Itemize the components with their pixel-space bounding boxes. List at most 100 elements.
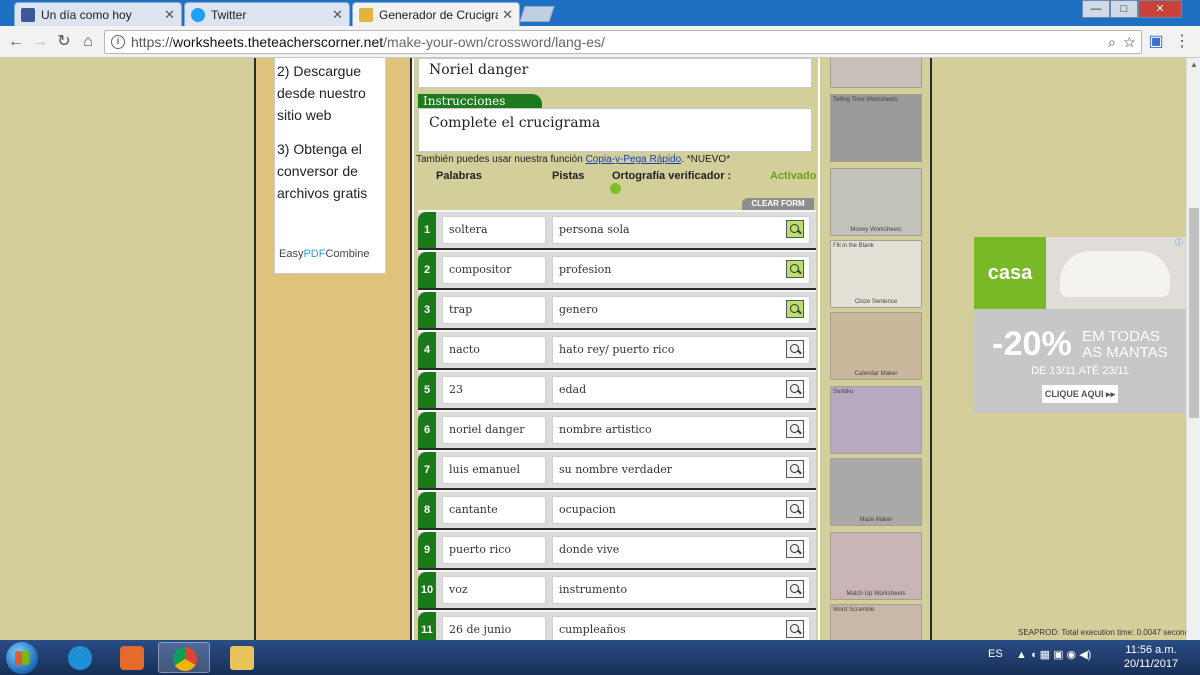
easypdf-logo[interactable]: EasyPDFCombine: [279, 243, 370, 265]
thumb-telling-time[interactable]: Telling Time Worksheets: [830, 94, 922, 162]
forward-icon[interactable]: →: [30, 32, 50, 52]
clue-input[interactable]: edad: [552, 376, 810, 404]
row-number: 5: [418, 372, 436, 408]
address-bar[interactable]: i https:// worksheets.theteacherscorner.…: [104, 30, 1142, 54]
magnifier-icon[interactable]: [786, 500, 804, 518]
thumb-calendar[interactable]: Calendar Maker: [830, 312, 922, 380]
word-row-11: 11 26 de junio cumpleaños: [418, 610, 816, 640]
magnifier-icon[interactable]: [786, 340, 804, 358]
magnifier-icon[interactable]: [786, 580, 804, 598]
clock[interactable]: 11:56 a.m. 20/11/2017: [1120, 643, 1182, 671]
menu-icon[interactable]: ⋮: [1172, 32, 1192, 52]
scroll-thumb[interactable]: [1189, 208, 1199, 418]
thumb-maze[interactable]: Maze Maker: [830, 458, 922, 526]
magnifier-icon[interactable]: [786, 420, 804, 438]
maximize-button[interactable]: □: [1110, 0, 1138, 18]
clue-input[interactable]: instrumento: [552, 576, 810, 604]
page-scrollbar[interactable]: ▲: [1186, 58, 1200, 640]
clue-input[interactable]: donde vive: [552, 536, 810, 564]
title-field[interactable]: Noriel danger: [418, 58, 812, 88]
clue-input[interactable]: hato rey/ puerto rico: [552, 336, 810, 364]
minimize-button[interactable]: —: [1082, 0, 1110, 18]
word-input[interactable]: noriel danger: [442, 416, 546, 444]
thumb-sudoku[interactable]: Sudoku: [830, 386, 922, 454]
worksheet-thumbnails: Telling Time Worksheets Money Worksheets…: [820, 58, 932, 640]
scroll-up-icon[interactable]: ▲: [1187, 58, 1200, 72]
clock-time: 11:56 a.m.: [1125, 644, 1177, 656]
magnifier-icon[interactable]: [786, 300, 804, 318]
media-taskbar-button[interactable]: [106, 642, 158, 673]
paste-link[interactable]: Copia-y-Pega Rápido: [586, 154, 682, 165]
instructions-field[interactable]: Complete el crucigrama: [418, 108, 812, 152]
home-icon[interactable]: ⌂: [78, 32, 98, 52]
windows-taskbar: ES ▲ ◖ ▦ ▣ ◉ ◀) 11:56 a.m. 20/11/2017: [0, 640, 1200, 675]
casa-ad[interactable]: casa ⓘ -20% EM TODAS AS MANTAS DE 13/11 A…: [974, 237, 1186, 413]
spellcheck-status[interactable]: Activado: [770, 170, 816, 182]
left-column: 2) Descargue desde nuestro sitio web 3) …: [254, 58, 410, 640]
word-input[interactable]: 23: [442, 376, 546, 404]
ad-info-icon[interactable]: ⓘ: [1174, 238, 1184, 248]
tab-crossword-generator[interactable]: Generador de Crucigram ✕: [352, 2, 520, 26]
word-input[interactable]: cantante: [442, 496, 546, 524]
ad-step-3: 3) Obtenga el conversor de archivos grat…: [277, 141, 368, 201]
clue-input[interactable]: ocupacion: [552, 496, 810, 524]
clue-input[interactable]: profesion: [552, 256, 810, 284]
thumb-match-up[interactable]: Match Up Worksheets: [830, 532, 922, 600]
clue-input[interactable]: cumpleaños: [552, 616, 810, 640]
ie-taskbar-button[interactable]: [54, 642, 106, 673]
clue-input[interactable]: nombre artistico: [552, 416, 810, 444]
ad-step-2: 2) Descargue desde nuestro sitio web: [277, 63, 366, 123]
words-header: Palabras: [436, 170, 482, 182]
thumb-word-scramble[interactable]: Word Scramble: [830, 604, 922, 640]
check-icon: [610, 183, 621, 194]
magnifier-icon[interactable]: [786, 220, 804, 238]
magnifier-icon[interactable]: [786, 620, 804, 638]
translate-extension-icon[interactable]: ▣: [1146, 32, 1166, 52]
tab-close-icon[interactable]: ✕: [164, 7, 175, 23]
tab-title: Twitter: [211, 7, 247, 22]
tab-close-icon[interactable]: ✕: [332, 7, 343, 23]
new-tab-button[interactable]: [519, 6, 555, 22]
tab-title: Generador de Crucigram: [379, 7, 498, 22]
explorer-taskbar-button[interactable]: [216, 642, 268, 673]
thumb-money[interactable]: Money Worksheets: [830, 168, 922, 236]
word-input[interactable]: trap: [442, 296, 546, 324]
word-input[interactable]: soltera: [442, 216, 546, 244]
browser-toolbar: ← → ↻ ⌂ i https:// worksheets.theteacher…: [0, 26, 1200, 58]
row-number: 8: [418, 492, 436, 528]
word-input[interactable]: compositor: [442, 256, 546, 284]
back-icon[interactable]: ←: [6, 32, 26, 52]
tab-facebook[interactable]: Un día como hoy ✕: [14, 2, 182, 26]
reload-icon[interactable]: ↻: [54, 32, 74, 52]
word-input[interactable]: puerto rico: [442, 536, 546, 564]
tray-icons[interactable]: ▲ ◖ ▦ ▣ ◉ ◀): [1016, 648, 1091, 661]
word-input[interactable]: voz: [442, 576, 546, 604]
word-input[interactable]: luis emanuel: [442, 456, 546, 484]
chrome-taskbar-button[interactable]: [158, 642, 210, 673]
clue-input[interactable]: su nombre verdader: [552, 456, 810, 484]
magnifier-icon[interactable]: [786, 380, 804, 398]
language-indicator[interactable]: ES: [988, 648, 1003, 660]
thumb-letters[interactable]: [830, 58, 922, 88]
start-button[interactable]: [6, 642, 38, 674]
ad-cta-button[interactable]: CLIQUE AQUI ▸▸: [1042, 385, 1118, 403]
word-input[interactable]: nacto: [442, 336, 546, 364]
ad-line-2: AS MANTAS: [1082, 343, 1168, 361]
magnifier-icon[interactable]: [786, 260, 804, 278]
clue-input[interactable]: persona sola: [552, 216, 810, 244]
row-number: 10: [418, 572, 436, 608]
clue-input[interactable]: genero: [552, 296, 810, 324]
magnifier-icon[interactable]: [786, 460, 804, 478]
pdf-ad[interactable]: 2) Descargue desde nuestro sitio web 3) …: [274, 58, 386, 274]
tab-twitter[interactable]: Twitter ✕: [184, 2, 350, 26]
close-window-button[interactable]: ✕: [1138, 0, 1182, 18]
zoom-icon[interactable]: ⌕ ☆: [1108, 34, 1135, 51]
word-input[interactable]: 26 de junio: [442, 616, 546, 640]
tab-close-icon[interactable]: ✕: [502, 7, 513, 23]
thumb-cloze[interactable]: Fill in the Blank Cloze Sentence: [830, 240, 922, 308]
clear-form-button[interactable]: CLEAR FORM: [742, 198, 814, 210]
magnifier-icon[interactable]: [786, 540, 804, 558]
word-row-4: 4 nacto hato rey/ puerto rico: [418, 330, 816, 370]
info-icon[interactable]: i: [111, 35, 125, 49]
clock-date: 20/11/2017: [1123, 658, 1179, 670]
